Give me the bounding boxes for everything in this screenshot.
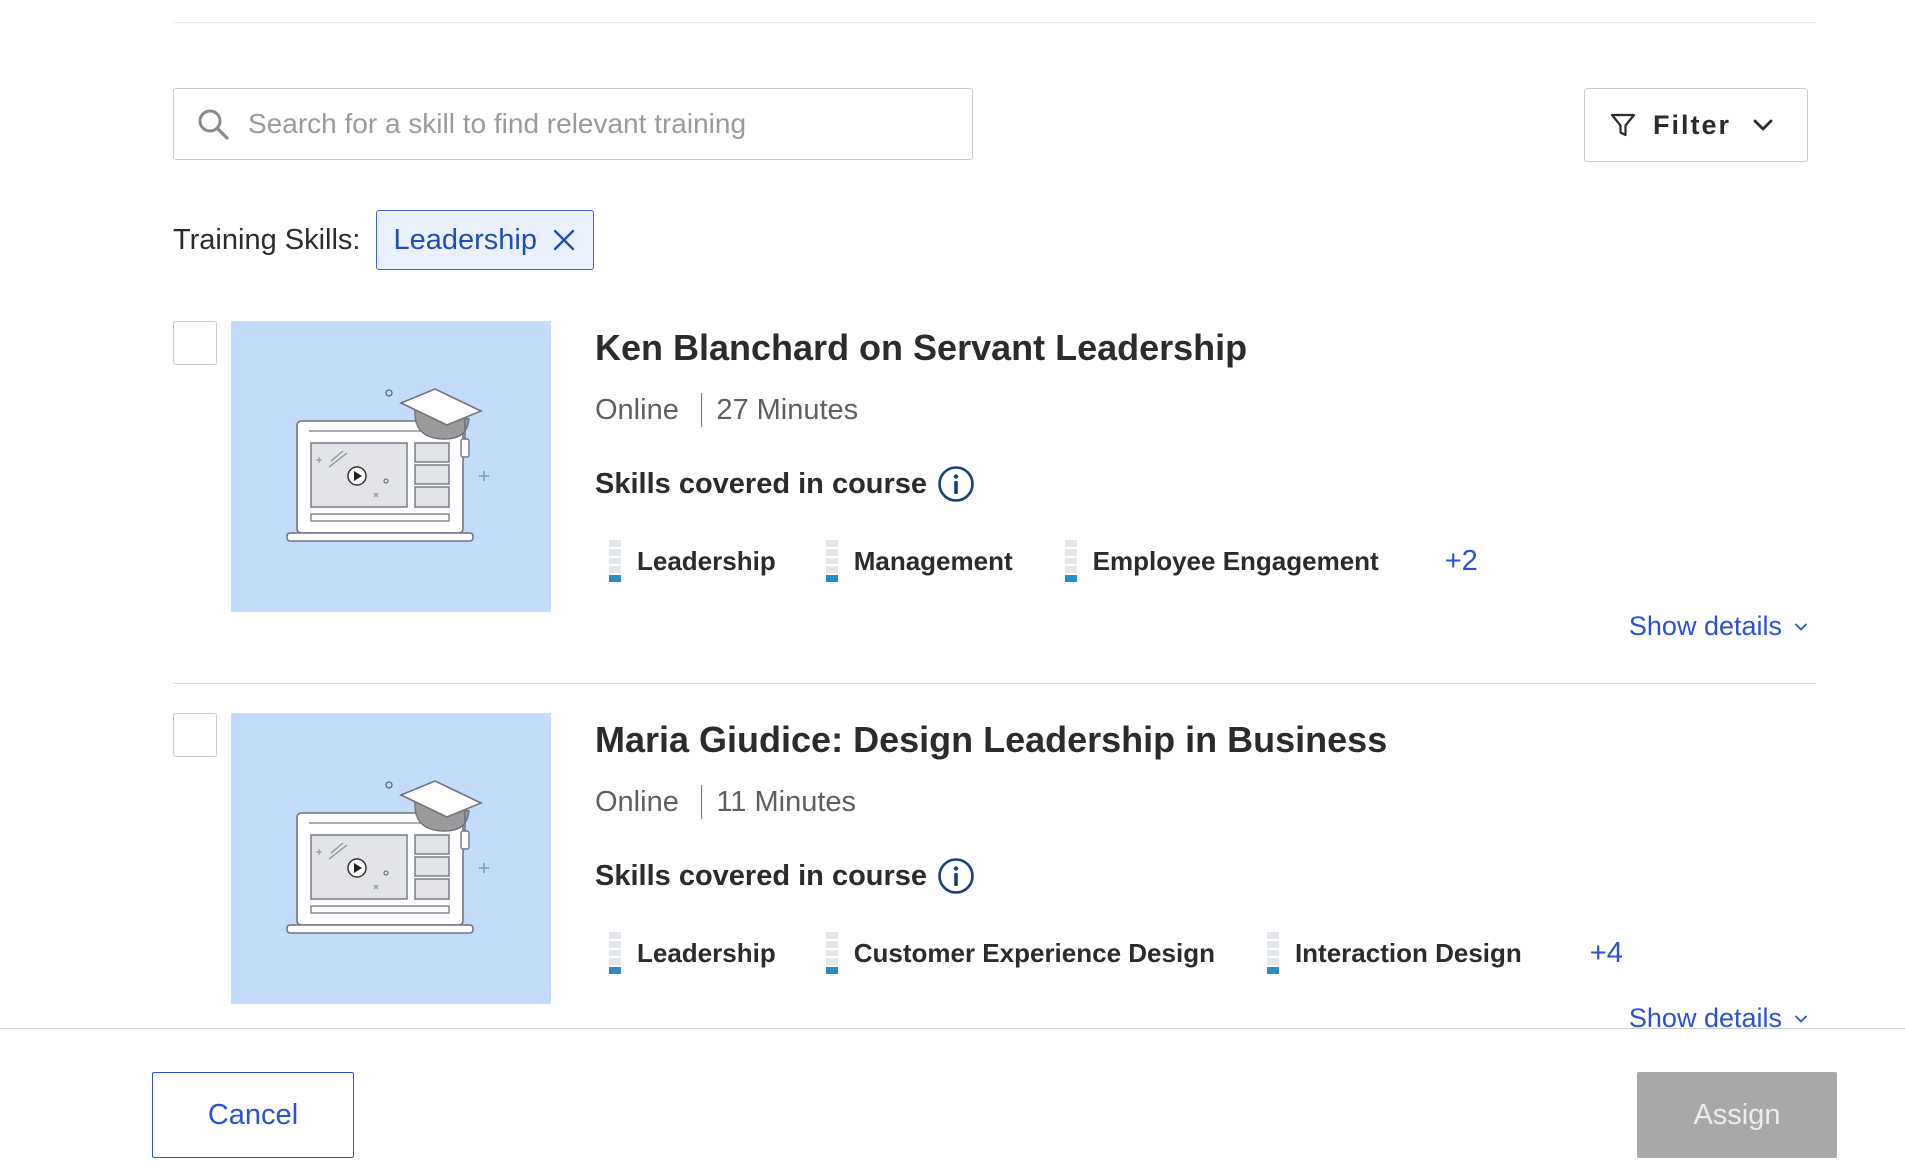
course-illustration	[286, 780, 489, 934]
skill-level-segment	[1266, 967, 1279, 974]
skill-chip-leadership[interactable]: Leadership	[376, 210, 594, 270]
assign-training-page: Filter Training Skills: Leadership	[0, 0, 1905, 1176]
course-thumbnail[interactable]	[231, 713, 551, 1004]
skill-level-segment	[1064, 575, 1077, 582]
skill-level-bar	[1064, 540, 1077, 582]
training-skills-row: Training Skills: Leadership	[173, 210, 594, 270]
skills-heading-text: Skills covered in course	[595, 467, 928, 500]
skill-level-segment	[825, 557, 838, 565]
course-duration: 11 Minutes	[716, 785, 857, 818]
skill-level-segment	[1064, 548, 1077, 556]
skill-level-segment	[609, 548, 621, 556]
filter-icon	[1610, 113, 1636, 137]
skill-level-segment	[1266, 949, 1279, 957]
skill-level-segment	[1064, 557, 1077, 565]
skill-tag: Leadership	[609, 931, 776, 975]
skill-level-segment	[609, 932, 621, 939]
course-meta: Online 11 Minutes	[595, 785, 856, 819]
meta-separator	[700, 785, 703, 819]
skill-level-segment	[609, 949, 621, 957]
course-duration: 27 Minutes	[716, 393, 859, 426]
skill-level-segment	[609, 557, 621, 565]
skill-level-bar	[609, 932, 621, 974]
skill-tag: Interaction Design	[1266, 931, 1522, 975]
info-icon[interactable]	[937, 857, 975, 895]
search-input[interactable]	[248, 108, 948, 140]
course-meta: Online 27 Minutes	[595, 393, 858, 427]
skill-level-segment	[1064, 540, 1077, 547]
skill-tag-label: Customer Experience Design	[853, 937, 1215, 968]
skill-level-segment	[1266, 932, 1279, 939]
skill-level-bar	[609, 540, 621, 582]
course-card: Ken Blanchard on Servant Leadership Onli…	[173, 321, 1816, 661]
skill-level-segment	[825, 575, 838, 582]
skill-level-segment	[609, 967, 621, 974]
course-title[interactable]: Maria Giudice: Design Leadership in Busi…	[595, 719, 1387, 761]
more-skills-link[interactable]: +2	[1445, 545, 1478, 578]
course-format: Online	[595, 393, 679, 426]
skill-tags: Leadership Customer Experience Design In…	[609, 931, 1623, 975]
skill-tag-label: Management	[853, 545, 1013, 576]
cancel-button[interactable]: Cancel	[152, 1072, 354, 1158]
skill-level-segment	[1064, 566, 1077, 574]
skill-level-segment	[825, 540, 838, 547]
skill-level-segment	[609, 566, 621, 574]
chevron-down-icon	[1753, 119, 1773, 131]
skills-heading: Skills covered in course	[595, 857, 975, 895]
course-format: Online	[595, 785, 679, 818]
skill-level-bar	[1266, 932, 1279, 974]
skill-tag: Leadership	[609, 539, 776, 583]
top-divider	[173, 22, 1816, 23]
skill-tag: Customer Experience Design	[825, 931, 1215, 975]
training-skills-label: Training Skills:	[173, 223, 361, 256]
filter-button[interactable]: Filter	[1584, 88, 1808, 162]
assign-button[interactable]: Assign	[1637, 1072, 1837, 1158]
skill-tag-label: Interaction Design	[1294, 937, 1522, 968]
skill-level-segment	[825, 932, 838, 939]
show-details-label: Show details	[1628, 611, 1782, 641]
course-illustration	[286, 388, 489, 542]
skills-heading-text: Skills covered in course	[595, 859, 928, 892]
meta-separator	[700, 393, 703, 427]
skill-tag-label: Leadership	[637, 545, 776, 576]
course-thumbnail[interactable]	[231, 321, 551, 612]
skill-tag: Employee Engagement	[1064, 539, 1379, 583]
footer-bar: Cancel Assign	[0, 1028, 1905, 1176]
skill-tag: Management	[825, 539, 1013, 583]
course-divider	[173, 683, 1816, 684]
search-icon	[198, 109, 229, 140]
more-skills-link[interactable]: +4	[1590, 937, 1623, 970]
skill-level-segment	[1266, 958, 1279, 966]
skill-level-segment	[609, 540, 621, 547]
course-title[interactable]: Ken Blanchard on Servant Leadership	[595, 327, 1247, 369]
skill-level-segment	[1266, 940, 1279, 948]
chevron-down-icon	[1795, 1015, 1807, 1023]
show-details-link[interactable]: Show details	[1629, 611, 1808, 642]
skill-tag-label: Employee Engagement	[1092, 545, 1379, 576]
skill-level-segment	[825, 548, 838, 556]
skill-level-bar	[825, 540, 838, 582]
course-checkbox[interactable]	[173, 713, 217, 757]
close-icon[interactable]	[551, 227, 577, 253]
skill-chip-label: Leadership	[393, 223, 537, 256]
skill-tags: Leadership Management Employee Engagemen…	[609, 539, 1478, 583]
skill-level-segment	[609, 575, 621, 582]
skill-level-segment	[825, 949, 838, 957]
skill-level-segment	[825, 566, 838, 574]
course-card: Maria Giudice: Design Leadership in Busi…	[173, 713, 1816, 1053]
skill-level-bar	[825, 932, 838, 974]
skills-heading: Skills covered in course	[595, 465, 975, 503]
info-icon[interactable]	[937, 465, 975, 503]
skill-level-segment	[825, 940, 838, 948]
skill-level-segment	[825, 958, 838, 966]
skill-level-segment	[609, 958, 621, 966]
skill-level-segment	[609, 940, 621, 948]
skill-tag-label: Leadership	[637, 937, 776, 968]
chevron-down-icon	[1795, 623, 1807, 631]
course-checkbox[interactable]	[173, 321, 217, 365]
filter-label: Filter	[1653, 109, 1732, 140]
search-box[interactable]	[173, 88, 973, 160]
skill-level-segment	[825, 967, 838, 974]
